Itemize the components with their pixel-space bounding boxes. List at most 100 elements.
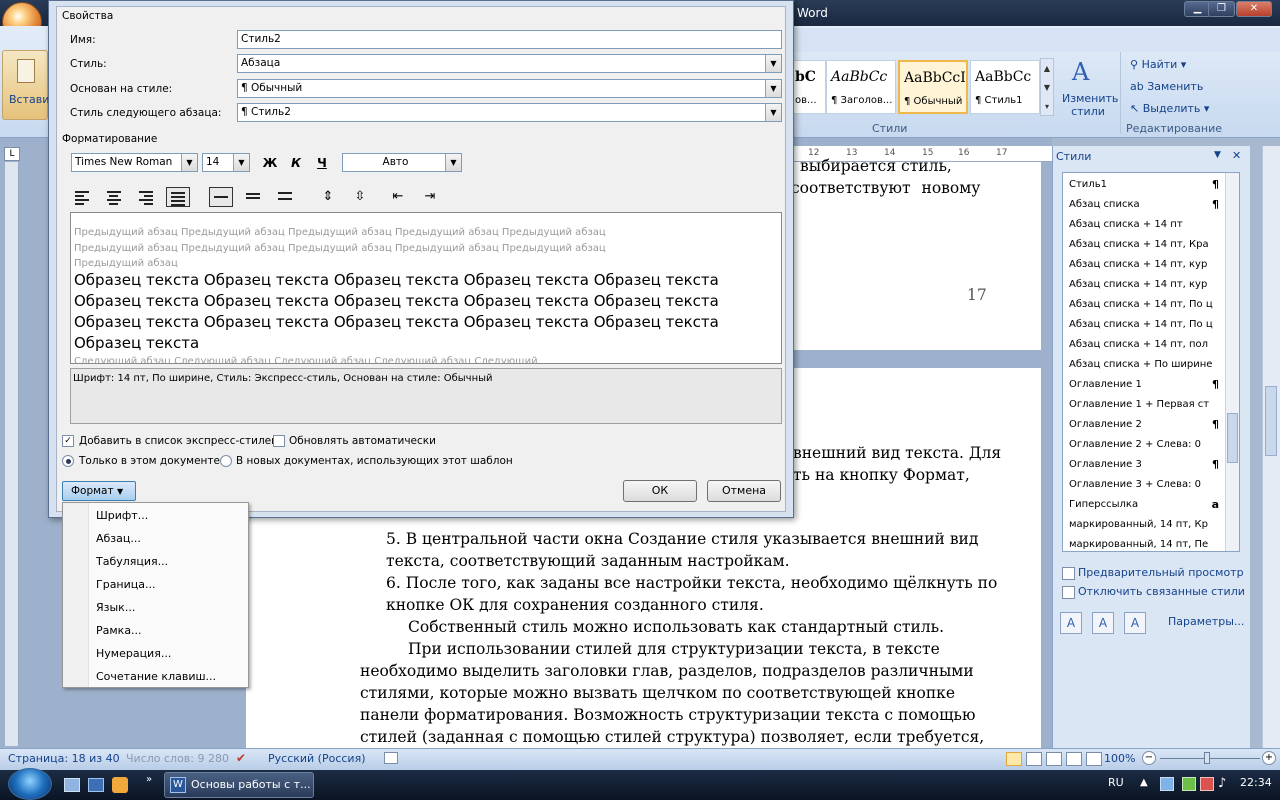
network-icon[interactable] (1160, 777, 1174, 791)
pane-menu-icon[interactable]: ▼ (1214, 150, 1221, 160)
scroll-thumb[interactable] (1265, 386, 1277, 456)
full-screen-view-icon[interactable] (1026, 752, 1042, 766)
outline-view-icon[interactable] (1066, 752, 1082, 766)
style-list-item[interactable]: маркированный, 14 пт, Кр (1069, 515, 1227, 535)
paste-button[interactable]: Встави (2, 50, 49, 120)
auto-update-checkbox[interactable] (273, 435, 285, 447)
find-button[interactable]: ⚲ Найти ▾ (1130, 58, 1186, 71)
menu-item-tabs[interactable]: Табуляция... (96, 555, 168, 568)
style-list-item[interactable]: Абзац списка + 14 пт, Кра (1069, 235, 1227, 255)
taskbar-word-item[interactable]: Основы работы с т... (164, 772, 314, 798)
spellcheck-icon[interactable]: ✔ (236, 751, 246, 765)
style-list-item[interactable]: Абзац списка ¶ (1069, 195, 1227, 215)
cancel-button[interactable]: Отмена (707, 480, 781, 502)
next-style-select[interactable]: ¶ Стиль2 ▼ (237, 103, 782, 122)
clock[interactable]: 22:34 (1240, 776, 1272, 789)
page-counter[interactable]: Страница: 18 из 40 (8, 752, 120, 765)
draft-view-icon[interactable] (1086, 752, 1102, 766)
add-quick-style-checkbox[interactable]: ✓ (62, 435, 74, 447)
align-right-button[interactable] (134, 187, 158, 207)
new-style-icon[interactable]: A (1060, 612, 1082, 634)
zoom-slider[interactable] (1160, 758, 1260, 759)
menu-item-shortcut[interactable]: Сочетание клавиш... (96, 670, 216, 683)
macro-icon[interactable] (384, 752, 398, 764)
menu-item-frame[interactable]: Рамка... (96, 624, 142, 637)
media-player-icon[interactable] (112, 777, 128, 793)
style-list-item[interactable]: Стиль1 ¶ (1069, 175, 1227, 195)
menu-item-border[interactable]: Граница... (96, 578, 156, 591)
zoom-in-icon[interactable]: + (1262, 751, 1276, 765)
scroll-thumb[interactable] (1227, 413, 1238, 463)
web-layout-view-icon[interactable] (1046, 752, 1062, 766)
space-after-icon[interactable]: ⇳ (348, 187, 372, 207)
style-type-select[interactable]: Абзаца ▼ (237, 54, 782, 73)
print-layout-view-icon[interactable] (1006, 752, 1022, 766)
vertical-ruler[interactable] (5, 162, 19, 746)
decrease-indent-icon[interactable]: ⇤ (386, 187, 410, 207)
style-list-item[interactable]: Абзац списка + По ширине (1069, 355, 1227, 375)
quick-launch-more-icon[interactable]: » (146, 774, 152, 785)
tab-selector[interactable]: L (4, 147, 20, 161)
style-list-item[interactable]: Оглавление 3 + Слева: 0 (1069, 475, 1227, 495)
safely-remove-icon[interactable] (1182, 777, 1196, 791)
style-list-item[interactable]: Оглавление 2 + Слева: 0 (1069, 435, 1227, 455)
new-docs-radio[interactable] (220, 455, 232, 467)
language-indicator[interactable]: Русский (Россия) (268, 752, 366, 765)
font-size-select[interactable]: 14 ▼ (202, 153, 250, 172)
name-input[interactable]: Стиль2 (237, 30, 782, 49)
style-list-item[interactable]: маркированный, 14 пт, Пе (1069, 535, 1227, 551)
preview-checkbox[interactable] (1062, 567, 1075, 580)
one-half-spacing-button[interactable] (241, 187, 265, 207)
options-link[interactable]: Параметры... (1168, 615, 1244, 628)
style-list-item[interactable]: Абзац списка + 14 пт, По ц (1069, 295, 1227, 315)
replace-button[interactable]: ab Заменить (1130, 80, 1203, 93)
based-on-select[interactable]: ¶ Обычный ▼ (237, 79, 782, 98)
font-name-select[interactable]: Times New Roman ▼ (71, 153, 198, 172)
zoom-slider-handle[interactable] (1204, 752, 1210, 764)
start-button[interactable] (8, 768, 52, 800)
menu-item-language[interactable]: Язык... (96, 601, 135, 614)
disable-linked-checkbox[interactable] (1062, 586, 1075, 599)
only-this-doc-radio[interactable] (62, 455, 74, 467)
style-tile-1[interactable]: bC ов... (790, 60, 826, 114)
bold-button[interactable]: Ж (258, 153, 282, 173)
manage-styles-icon[interactable]: A (1124, 612, 1146, 634)
align-center-button[interactable] (102, 187, 126, 207)
style-list-item[interactable]: Абзац списка + 14 пт, По ц (1069, 315, 1227, 335)
style-list-item[interactable]: Оглавление 2 ¶ (1069, 415, 1227, 435)
show-desktop-icon[interactable] (64, 778, 80, 792)
style-list-item[interactable]: Абзац списка + 14 пт, пол (1069, 335, 1227, 355)
menu-item-numbering[interactable]: Нумерация... (96, 647, 171, 660)
underline-button[interactable]: Ч (310, 153, 334, 173)
style-list-item[interactable]: Оглавление 3 ¶ (1069, 455, 1227, 475)
style-tile-heading[interactable]: AaBbCc ¶ Заголов... (826, 60, 896, 114)
style-list-item[interactable]: Оглавление 1 + Первая ст (1069, 395, 1227, 415)
style-inspector-icon[interactable]: A (1092, 612, 1114, 634)
style-list-scrollbar[interactable] (1225, 173, 1239, 551)
change-styles-button[interactable]: A Изменить стили (1062, 56, 1118, 120)
style-list-item[interactable]: Гиперссылка a (1069, 495, 1227, 515)
ok-button[interactable]: ОК (623, 480, 697, 502)
space-before-icon[interactable]: ⇕ (316, 187, 340, 207)
styles-gallery-scroll[interactable]: ▲ ▼ ▾ (1040, 58, 1054, 116)
word-count[interactable]: Число слов: 9 280 (126, 752, 229, 765)
style-list-item[interactable]: Абзац списка + 14 пт (1069, 215, 1227, 235)
font-color-select[interactable]: Авто ▼ (342, 153, 462, 172)
security-icon[interactable] (1200, 777, 1214, 791)
maximize-button[interactable]: ❐ (1208, 1, 1235, 17)
close-button[interactable]: ✕ (1236, 1, 1272, 17)
menu-item-paragraph[interactable]: Абзац... (96, 532, 141, 545)
language-bar[interactable]: RU (1108, 776, 1124, 789)
volume-icon[interactable]: ♪ (1218, 776, 1226, 791)
switch-windows-icon[interactable] (88, 778, 104, 792)
zoom-level[interactable]: 100% (1104, 752, 1135, 765)
menu-item-font[interactable]: Шрифт... (96, 509, 148, 522)
document-scrollbar[interactable] (1262, 146, 1280, 748)
zoom-out-icon[interactable]: − (1142, 751, 1156, 765)
increase-indent-icon[interactable]: ⇥ (418, 187, 442, 207)
align-left-button[interactable] (70, 187, 94, 207)
single-spacing-button[interactable] (209, 187, 233, 207)
format-menu-button[interactable]: Формат ▼ (62, 481, 136, 501)
pane-close-icon[interactable]: ✕ (1232, 149, 1241, 162)
italic-button[interactable]: К (284, 153, 308, 173)
